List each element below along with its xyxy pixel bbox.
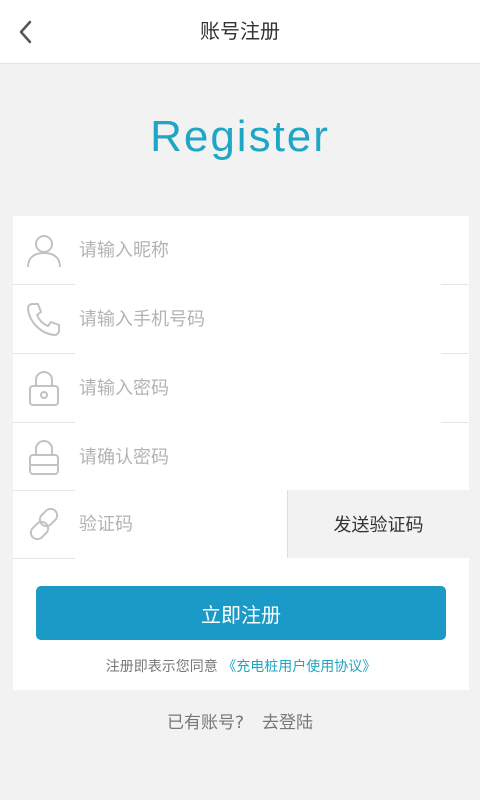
password-input[interactable] <box>75 354 443 422</box>
phone-row <box>13 285 469 353</box>
agreement-text: 注册即表示您同意 《充电桩用户使用协议》 <box>13 656 469 676</box>
password-row <box>13 354 469 422</box>
nickname-row <box>13 216 469 284</box>
confirm-password-row <box>13 423 469 491</box>
register-form: 发送验证码 立即注册 注册即表示您同意 《充电桩用户使用协议》 <box>13 216 469 690</box>
send-code-button[interactable]: 发送验证码 <box>287 490 469 558</box>
login-prompt: 已有账号? 去登陆 <box>0 708 480 733</box>
phone-icon <box>27 303 60 336</box>
has-account-text: 已有账号? <box>166 713 245 733</box>
phone-input[interactable] <box>75 285 443 353</box>
link-icon <box>29 507 59 541</box>
nav-bar: 账号注册 <box>0 0 480 64</box>
agreement-link[interactable]: 《充电桩用户使用协议》 <box>222 659 376 675</box>
divider <box>13 558 75 559</box>
agreement-prefix: 注册即表示您同意 <box>105 659 218 675</box>
user-icon <box>27 235 61 268</box>
go-login-link[interactable]: 去登陆 <box>262 713 313 733</box>
nickname-input[interactable] <box>75 216 443 284</box>
lock-confirm-icon <box>29 439 59 475</box>
register-heading: Register <box>150 112 330 161</box>
verify-code-input[interactable] <box>75 490 283 558</box>
page-title: 账号注册 <box>200 19 280 43</box>
register-button[interactable]: 立即注册 <box>36 586 446 640</box>
confirm-password-input[interactable] <box>75 423 443 491</box>
lock-icon <box>29 370 59 406</box>
